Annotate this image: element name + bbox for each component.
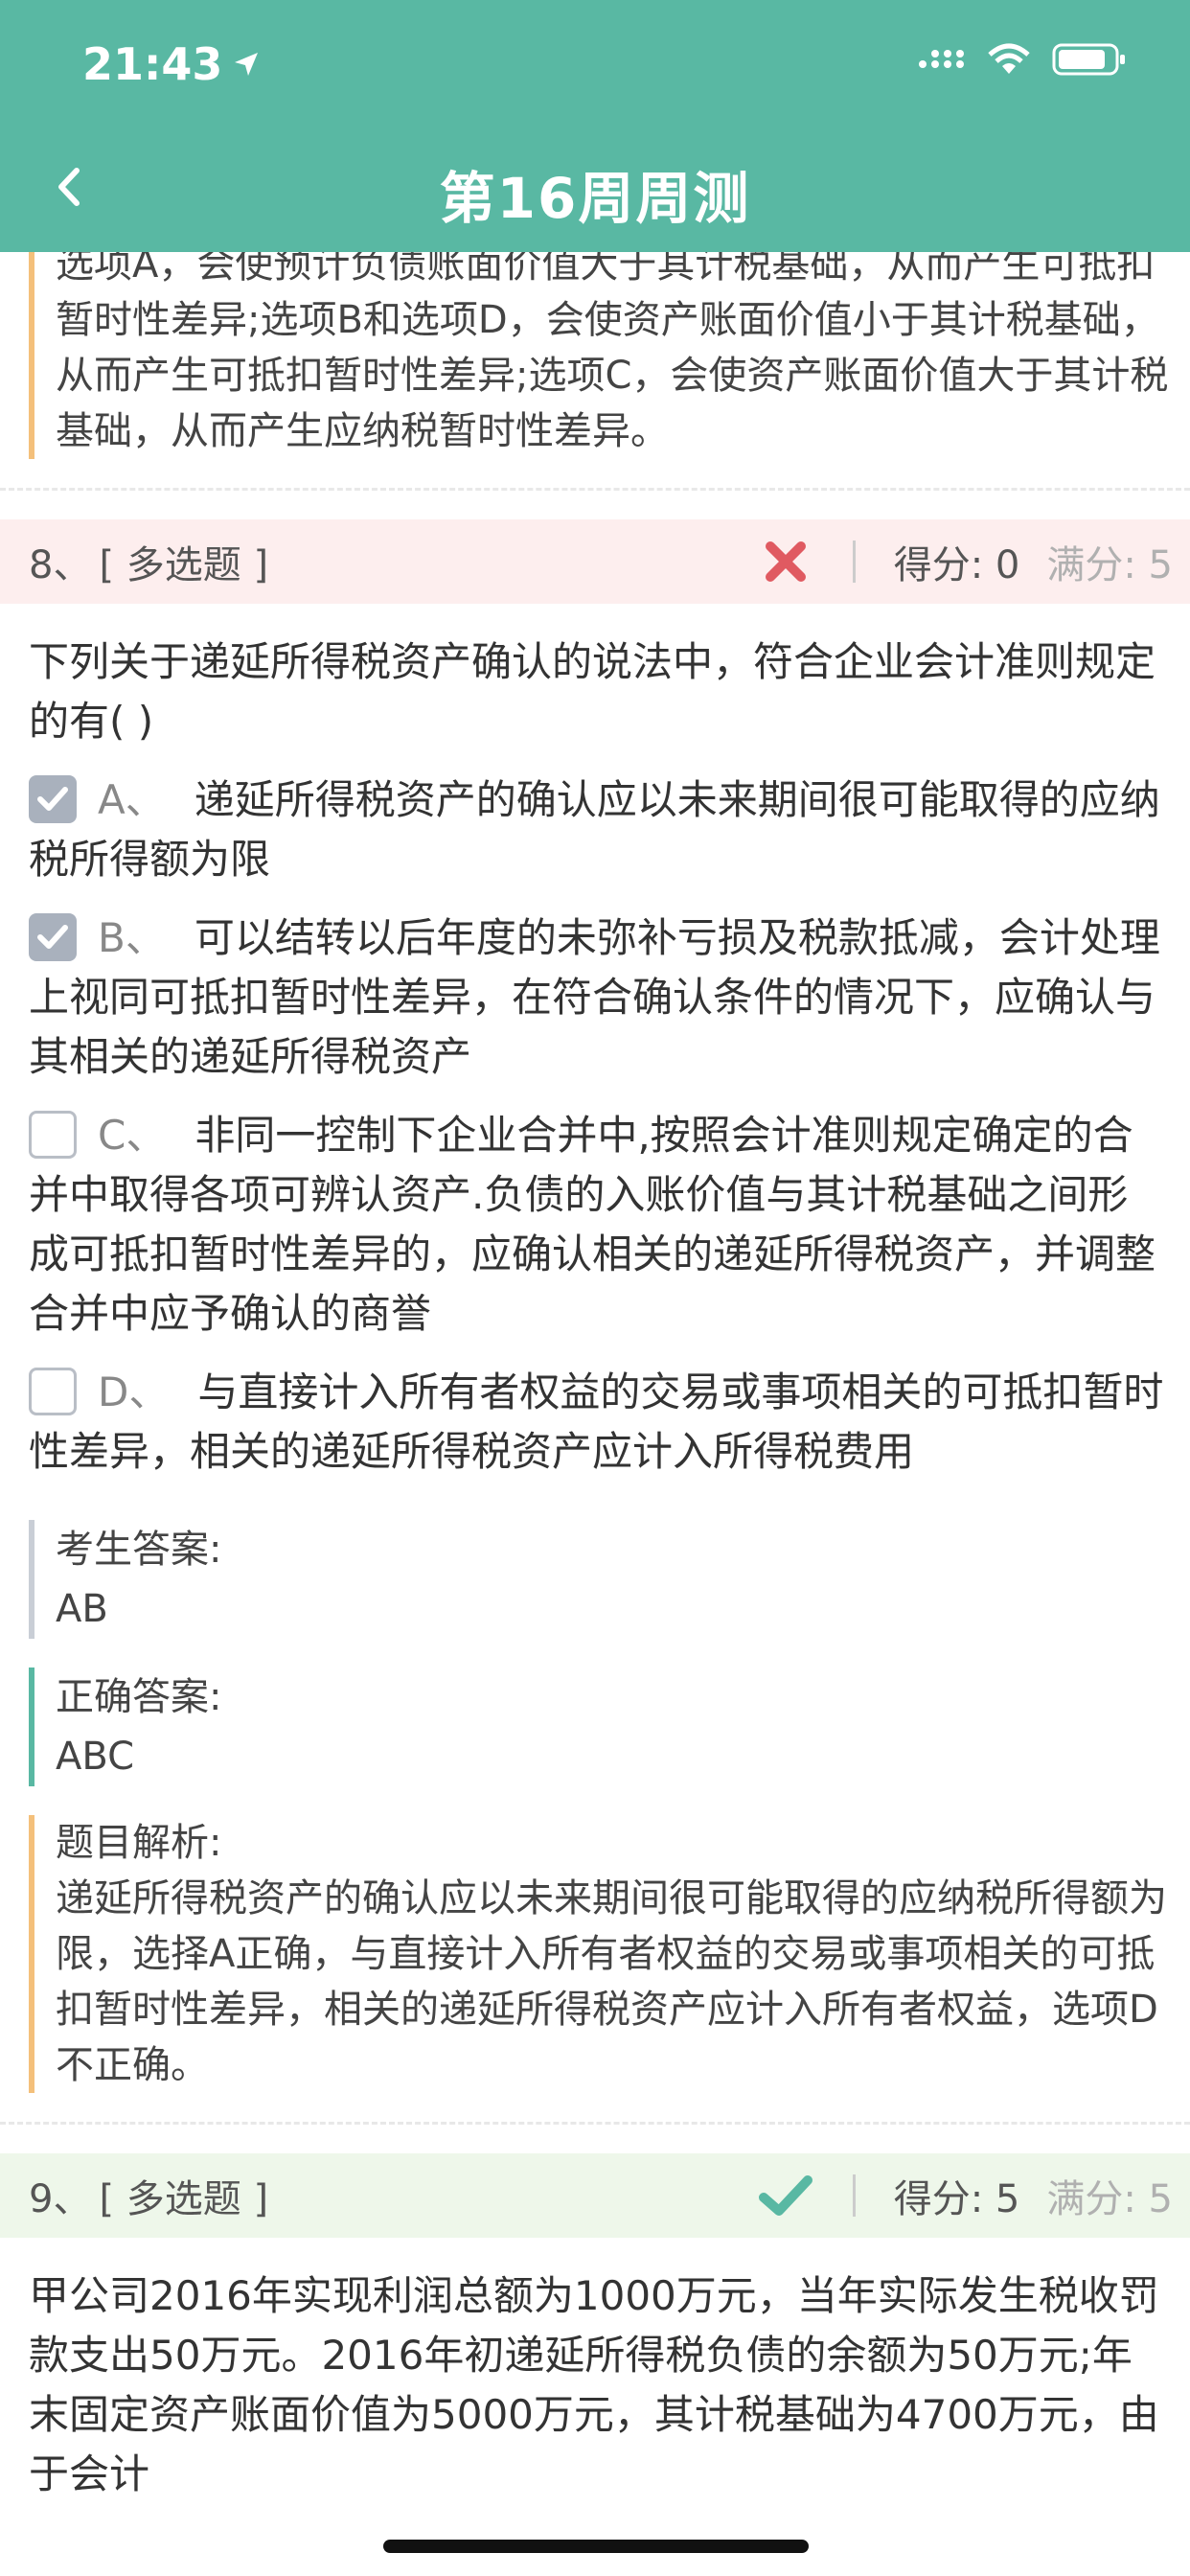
battery-icon: [1052, 43, 1125, 76]
question-list[interactable]: 选项A，会使预计负债账面价值大于其计税基础，从而产生可抵扣暂时性差异;选项B和选…: [0, 252, 1190, 2576]
signal-icon: [919, 50, 964, 68]
wrong-icon: [757, 533, 814, 590]
checkbox-checked-icon[interactable]: [29, 913, 77, 961]
question-text: 下列关于递延所得税资产确认的说法中，符合企业会计准则规定的有( ): [29, 638, 1156, 745]
question-8-header: 8、 [ 多选题 ] 得分: 0 满分: 5: [0, 519, 1190, 604]
correct-answer-label: 正确答案:: [56, 1675, 222, 1719]
student-answer: 考生答案: AB: [29, 1520, 1190, 1639]
option-a[interactable]: A、 递延所得税资产的确认应以未来期间很可能取得的应纳税所得额为限: [0, 770, 1190, 889]
status-time: 21:43: [82, 38, 261, 90]
student-answer-value: AB: [56, 1587, 108, 1631]
option-d[interactable]: D、 与直接计入所有者权益的交易或事项相关的可抵扣暂时性差异，相关的递延所得税资产…: [0, 1363, 1190, 1482]
option-text: 非同一控制下企业合并中,按照会计准则规定确定的合并中取得各项可辨认资产.负债的入…: [29, 1112, 1156, 1337]
divider: [0, 2122, 1190, 2125]
option-b[interactable]: B、 可以结转以后年度的未弥补亏损及税款抵减，会计处理上视同可抵扣暂时性差异，在符…: [0, 908, 1190, 1087]
option-letter: C、: [98, 1112, 167, 1159]
nav-header: 21:43 第16周周测: [0, 0, 1190, 252]
checkbox-empty-icon[interactable]: [29, 1111, 77, 1159]
question-text: 甲公司2016年实现利润总额为1000万元，当年实际发生税收罚款支出50万元。2…: [29, 2272, 1159, 2497]
question-number: 9、: [29, 2177, 92, 2221]
prev-analysis-text: 选项A，会使预计负债账面价值大于其计税基础，从而产生可抵扣暂时性差异;选项B和选…: [56, 252, 1169, 453]
question-type: [ 多选题 ]: [99, 543, 269, 587]
screen: 21:43 第16周周测 选项A，会使预计负债账面价值大于其计税基础，从而产生可…: [0, 0, 1190, 2576]
option-text: 与直接计入所有者权益的交易或事项相关的可抵扣暂时性差异，相关的递延所得税资产应计…: [29, 1368, 1164, 1475]
checkbox-checked-icon[interactable]: [29, 775, 77, 823]
full-score: 满分: 5: [1046, 543, 1173, 587]
score: 得分: 5: [893, 2177, 1020, 2221]
option-letter: B、: [98, 914, 166, 961]
header-separator: [852, 540, 856, 583]
location-arrow-icon: [235, 53, 259, 76]
wifi-icon: [988, 43, 1030, 74]
option-text: 递延所得税资产的确认应以未来期间很可能取得的应纳税所得额为限: [29, 776, 1160, 883]
student-answer-label: 考生答案:: [56, 1528, 222, 1572]
question-9-header: 9、 [ 多选题 ] 得分: 5 满分: 5: [0, 2153, 1190, 2238]
analysis-text: 递延所得税资产的确认应以未来期间很可能取得的应纳税所得额为限，选择A正确，与直接…: [56, 1876, 1167, 2087]
divider: [0, 488, 1190, 491]
full-score: 满分: 5: [1046, 2177, 1173, 2221]
home-indicator[interactable]: [383, 2540, 809, 2553]
question-number: 8、: [29, 543, 92, 587]
clock: 21:43: [82, 38, 223, 90]
option-c[interactable]: C、 非同一控制下企业合并中,按照会计准则规定确定的合并中取得各项可辨认资产.负债…: [0, 1106, 1190, 1344]
option-text: 可以结转以后年度的未弥补亏损及税款抵减，会计处理上视同可抵扣暂时性差异，在符合确…: [29, 914, 1160, 1080]
score: 得分: 0: [893, 543, 1020, 587]
correct-answer-value: ABC: [56, 1735, 135, 1779]
option-letter: A、: [98, 776, 166, 823]
prev-question-analysis: 选项A，会使预计负债账面价值大于其计税基础，从而产生可抵扣暂时性差异;选项B和选…: [29, 252, 1190, 459]
correct-answer: 正确答案: ABC: [29, 1668, 1190, 1786]
checkbox-empty-icon[interactable]: [29, 1368, 77, 1415]
header-separator: [852, 2174, 856, 2217]
status-icons: [918, 42, 1127, 77]
page-title: 第16周周测: [439, 166, 751, 231]
option-letter: D、: [98, 1368, 170, 1415]
correct-check-icon: [757, 2167, 814, 2224]
analysis-label: 题目解析:: [56, 1821, 222, 1865]
question-type: [ 多选题 ]: [99, 2177, 269, 2221]
question-analysis: 题目解析: 递延所得税资产的确认应以未来期间很可能取得的应纳税所得额为限，选择A…: [29, 1815, 1190, 2093]
